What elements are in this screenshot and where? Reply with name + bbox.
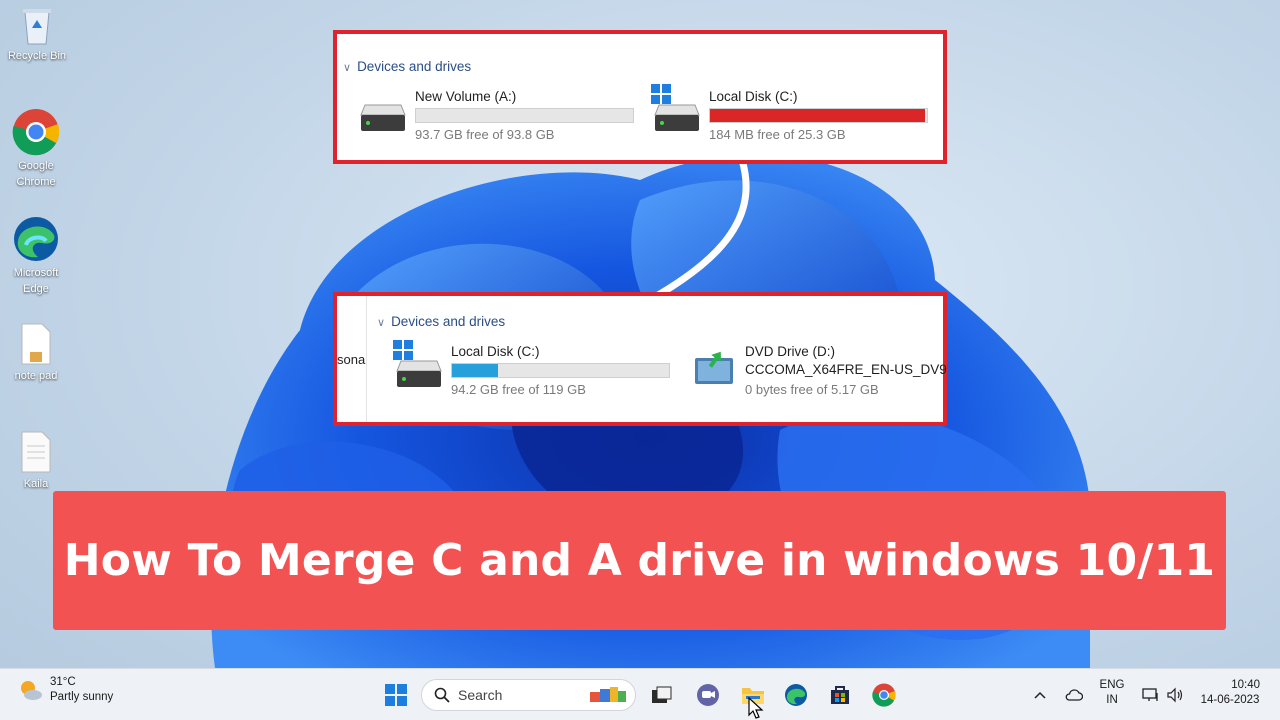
chevron-up-icon <box>1034 691 1046 699</box>
desktop-icon-label: Recycle Bin <box>7 50 67 62</box>
drive-usage-bar <box>709 108 928 123</box>
section-header-label: Devices and drives <box>357 59 472 74</box>
volume-icon <box>1167 687 1183 703</box>
drive-free-space: 93.7 GB free of 93.8 GB <box>415 127 555 142</box>
drive-usage-bar <box>415 108 634 123</box>
drive-free-space: 0 bytes free of 5.17 GB <box>745 382 879 397</box>
store-icon <box>831 686 849 704</box>
show-hidden-icons-button[interactable] <box>1026 679 1054 711</box>
desktop-icon-label: Microsoft Edge <box>13 267 59 295</box>
nav-item-label: sona <box>337 352 366 367</box>
section-header[interactable]: ∨ Devices and drives <box>377 314 505 329</box>
drive-name: Local Disk (C:) <box>709 89 798 104</box>
hard-drive-icon <box>654 104 700 131</box>
drive-free-space: 184 MB free of 25.3 GB <box>709 127 846 142</box>
desktop-icon-recycle-bin[interactable]: Recycle Bin <box>2 4 72 64</box>
drive-tile-d[interactable]: DVD Drive (D:) CCCOMA_X64FRE_EN-US_DV9 0… <box>691 340 947 405</box>
chrome-icon <box>872 683 896 707</box>
edge-icon <box>14 217 58 261</box>
weather-temperature: 31°C <box>50 676 76 688</box>
task-view-button[interactable] <box>646 679 678 711</box>
drive-volume-label: CCCOMA_X64FRE_EN-US_DV9 <box>745 362 947 377</box>
region-code: IN <box>1106 694 1118 706</box>
desktop-icon-kaila[interactable]: Kaila <box>1 430 71 492</box>
network-volume-button[interactable] <box>1138 679 1188 711</box>
edge-taskbar-button[interactable] <box>780 679 812 711</box>
taskbar: 31°C Partly sunny Search ENG IN 10:40 14… <box>0 668 1280 720</box>
banner-title: How To Merge C and A drive in windows 10… <box>63 535 1216 586</box>
chevron-down-icon: ∨ <box>377 317 386 329</box>
language-code: ENG <box>1099 679 1125 691</box>
windows-logo-icon <box>385 684 407 706</box>
drive-usage-fill <box>452 364 498 377</box>
desktop-icon-google-chrome[interactable]: Google Chrome <box>1 108 71 190</box>
taskbar-search-box[interactable]: Search <box>421 679 636 711</box>
chevron-down-icon: ∨ <box>343 62 352 74</box>
hard-drive-icon <box>396 360 442 387</box>
recycle-bin-icon <box>23 9 51 45</box>
search-icon <box>434 687 450 703</box>
search-placeholder: Search <box>458 687 503 703</box>
teams-chat-icon <box>697 684 719 706</box>
dvd-drive-icon <box>695 351 733 384</box>
hard-drive-icon <box>360 104 406 131</box>
drive-tile-c[interactable]: Local Disk (C:) 184 MB free of 25.3 GB <box>651 84 941 149</box>
weather-description: Partly sunny <box>50 691 114 703</box>
task-view-icon <box>652 686 672 703</box>
edge-icon <box>785 684 807 706</box>
chrome-icon <box>12 109 60 156</box>
explorer-panel-after: sona ∨ Devices and drives Local Disk (C:)… <box>333 292 947 426</box>
drive-tile-c[interactable]: Local Disk (C:) 94.2 GB free of 119 GB <box>393 340 683 405</box>
onedrive-tray-button[interactable] <box>1060 679 1088 711</box>
text-file-icon <box>21 431 51 473</box>
drive-name: Local Disk (C:) <box>451 344 540 359</box>
drive-free-space: 94.2 GB free of 119 GB <box>451 382 586 397</box>
desktop-icon-label: Google Chrome <box>16 160 56 188</box>
title-banner: How To Merge C and A drive in windows 10… <box>53 491 1226 630</box>
cloud-sync-icon <box>1065 689 1083 701</box>
drive-name: DVD Drive (D:) <box>745 344 835 359</box>
mouse-cursor-icon <box>748 697 764 719</box>
chrome-taskbar-button[interactable] <box>868 679 900 711</box>
network-icon <box>1142 688 1158 701</box>
desktop-icon-note-pad[interactable]: note pad <box>1 322 71 384</box>
drive-tile-a[interactable]: New Volume (A:) 93.7 GB free of 93.8 GB <box>357 89 637 149</box>
explorer-panel-before: ∨ Devices and drives New Volume (A:) 93.7… <box>333 30 947 164</box>
section-header[interactable]: ∨ Devices and drives <box>343 59 471 74</box>
drive-name: New Volume (A:) <box>415 89 517 104</box>
desktop-icon-microsoft-edge[interactable]: Microsoft Edge <box>1 215 71 297</box>
search-highlight-icon <box>590 687 627 702</box>
section-header-label: Devices and drives <box>391 314 506 329</box>
teams-chat-button[interactable] <box>692 679 724 711</box>
drive-usage-bar <box>451 363 670 378</box>
drive-usage-fill <box>710 109 925 122</box>
store-button[interactable] <box>824 679 856 711</box>
text-file-icon <box>21 323 51 365</box>
partly-sunny-icon <box>21 681 42 700</box>
desktop-icon-label: note pad <box>14 370 58 382</box>
clock-date: 14-06-2023 <box>1200 694 1260 706</box>
clock[interactable]: 10:40 14-06-2023 <box>1192 678 1268 708</box>
weather-widget[interactable]: 31°C Partly sunny <box>16 675 113 705</box>
language-indicator[interactable]: ENG IN <box>1096 678 1128 708</box>
start-button[interactable] <box>380 679 412 711</box>
clock-time: 10:40 <box>1231 679 1260 691</box>
desktop-icon-label: Kaila <box>23 478 49 490</box>
